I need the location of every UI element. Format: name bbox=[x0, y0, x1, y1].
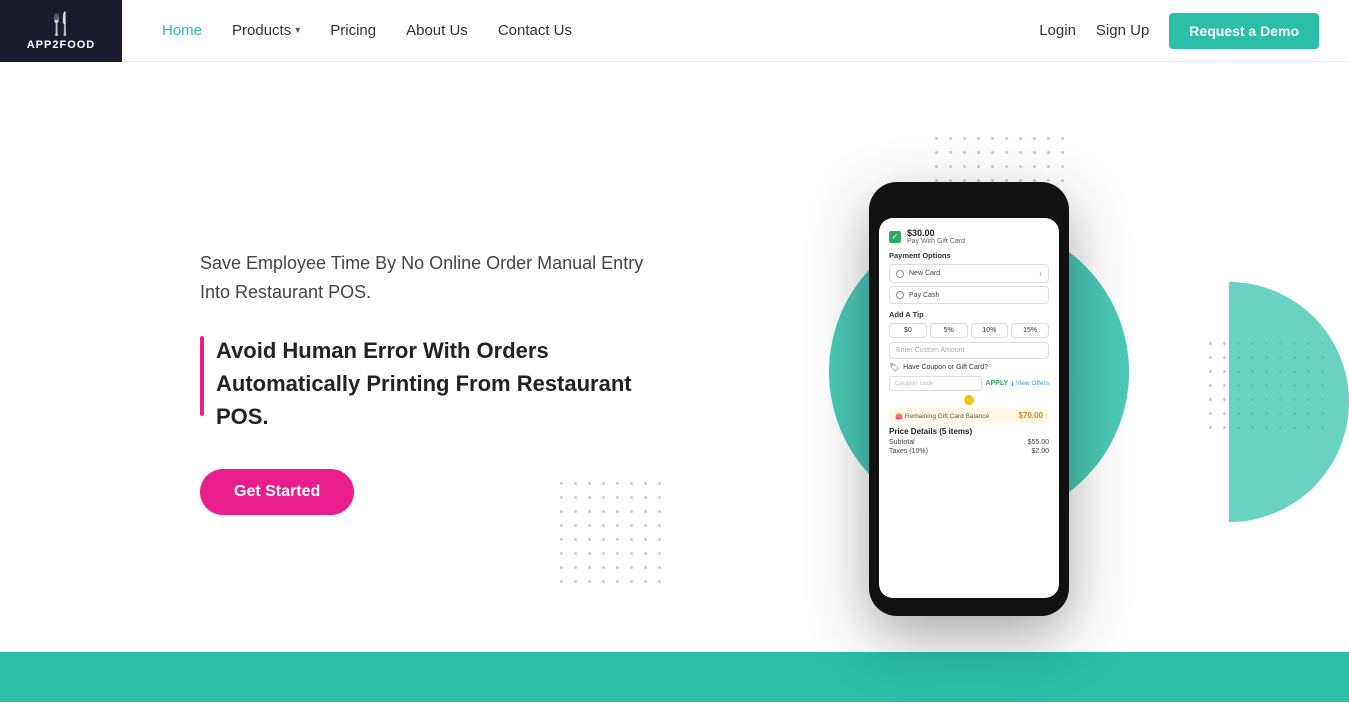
coupon-input-row: Coupon code APPLY ℹ View Offers bbox=[889, 376, 1049, 391]
new-card-option[interactable]: New Card › bbox=[889, 264, 1049, 283]
phone-notch bbox=[939, 196, 999, 212]
check-icon: ✓ bbox=[889, 231, 901, 243]
gift-balance-amount: $70.00 bbox=[1019, 411, 1043, 420]
gift-card-label: Pay With Gift Card bbox=[907, 238, 965, 245]
taxes-label: Taxes (10%) bbox=[889, 448, 928, 455]
login-link[interactable]: Login bbox=[1039, 22, 1076, 39]
price-details-title: Price Details (5 items) bbox=[889, 427, 1049, 436]
nav-home[interactable]: Home bbox=[162, 22, 202, 39]
accent-bar bbox=[200, 336, 204, 416]
gift-card-amount: $30.00 bbox=[907, 228, 965, 238]
view-offers-link[interactable]: ℹ View Offers bbox=[1011, 380, 1049, 388]
request-demo-button[interactable]: Request a Demo bbox=[1169, 13, 1319, 49]
nav-about[interactable]: About Us bbox=[406, 22, 468, 39]
custom-tip-input[interactable]: Enter Custom Amount bbox=[889, 342, 1049, 359]
gift-balance-row: 👛 Remaining Gift Card Balance $70.00 bbox=[889, 408, 1049, 423]
teal-circle-small bbox=[1229, 282, 1349, 522]
pay-cash-option[interactable]: Pay Cash bbox=[889, 286, 1049, 304]
coupon-icon: 🏷 bbox=[889, 363, 899, 372]
hero-text-2-wrap: Avoid Human Error With Orders Automatica… bbox=[200, 334, 660, 433]
tip-15-btn[interactable]: 15% bbox=[1011, 323, 1049, 338]
phone-frame: ✓ $30.00 Pay With Gift Card Payment Opti… bbox=[869, 182, 1069, 616]
taxes-amount: $2.00 bbox=[1031, 448, 1049, 455]
signup-link[interactable]: Sign Up bbox=[1096, 22, 1149, 39]
gift-balance-label: 👛 Remaining Gift Card Balance bbox=[895, 412, 989, 420]
tip-10-btn[interactable]: 10% bbox=[971, 323, 1009, 338]
payment-options-title: Payment Options bbox=[889, 251, 1049, 260]
yellow-dot bbox=[964, 395, 974, 405]
tip-buttons: $0 5% 10% 15% bbox=[889, 323, 1049, 338]
gift-card-row: ✓ $30.00 Pay With Gift Card bbox=[889, 228, 1049, 245]
nav-pricing[interactable]: Pricing bbox=[330, 22, 376, 39]
coupon-input[interactable]: Coupon code bbox=[889, 376, 982, 391]
chevron-right-icon: › bbox=[1039, 269, 1042, 278]
hero-section: Save Employee Time By No Online Order Ma… bbox=[0, 62, 1349, 702]
subtotal-label: Subtotal bbox=[889, 439, 915, 446]
info-icon: ℹ bbox=[1011, 380, 1013, 388]
hero-text-2: Avoid Human Error With Orders Automatica… bbox=[216, 334, 660, 433]
logo-text: APP2FOOD bbox=[27, 39, 96, 51]
coupon-row: 🏷 Have Coupon or Gift Card? bbox=[889, 363, 1049, 372]
apply-button[interactable]: APPLY bbox=[985, 380, 1008, 387]
main-nav: Home Products ▾ Pricing About Us Contact… bbox=[162, 22, 572, 39]
logo[interactable]: 🍴 APP2FOOD bbox=[0, 0, 122, 62]
header-actions: Login Sign Up Request a Demo bbox=[1039, 13, 1319, 49]
phone-screen: ✓ $30.00 Pay With Gift Card Payment Opti… bbox=[879, 218, 1059, 598]
radio-pay-cash bbox=[896, 291, 904, 299]
tip-5-btn[interactable]: 5% bbox=[930, 323, 968, 338]
nav-products[interactable]: Products ▾ bbox=[232, 22, 300, 39]
get-started-button[interactable]: Get Started bbox=[200, 469, 354, 515]
subtotal-amount: $55.00 bbox=[1028, 439, 1049, 446]
phone-mockup: ✓ $30.00 Pay With Gift Card Payment Opti… bbox=[869, 182, 1069, 616]
price-subtotal-row: Subtotal $55.00 bbox=[889, 439, 1049, 446]
wallet-icon: 👛 bbox=[895, 413, 903, 420]
hero-content: Save Employee Time By No Online Order Ma… bbox=[200, 249, 660, 516]
radio-new-card bbox=[896, 270, 904, 278]
coupon-text: Have Coupon or Gift Card? bbox=[903, 364, 988, 371]
nav-contact[interactable]: Contact Us bbox=[498, 22, 572, 39]
price-taxes-row: Taxes (10%) $2.00 bbox=[889, 448, 1049, 455]
logo-icon: 🍴 bbox=[47, 11, 74, 37]
tip-0-btn[interactable]: $0 bbox=[889, 323, 927, 338]
hero-text-1: Save Employee Time By No Online Order Ma… bbox=[200, 249, 660, 307]
chevron-down-icon: ▾ bbox=[295, 25, 300, 36]
bottom-teal-bar bbox=[0, 652, 1349, 702]
add-tip-title: Add A Tip bbox=[889, 310, 1049, 319]
